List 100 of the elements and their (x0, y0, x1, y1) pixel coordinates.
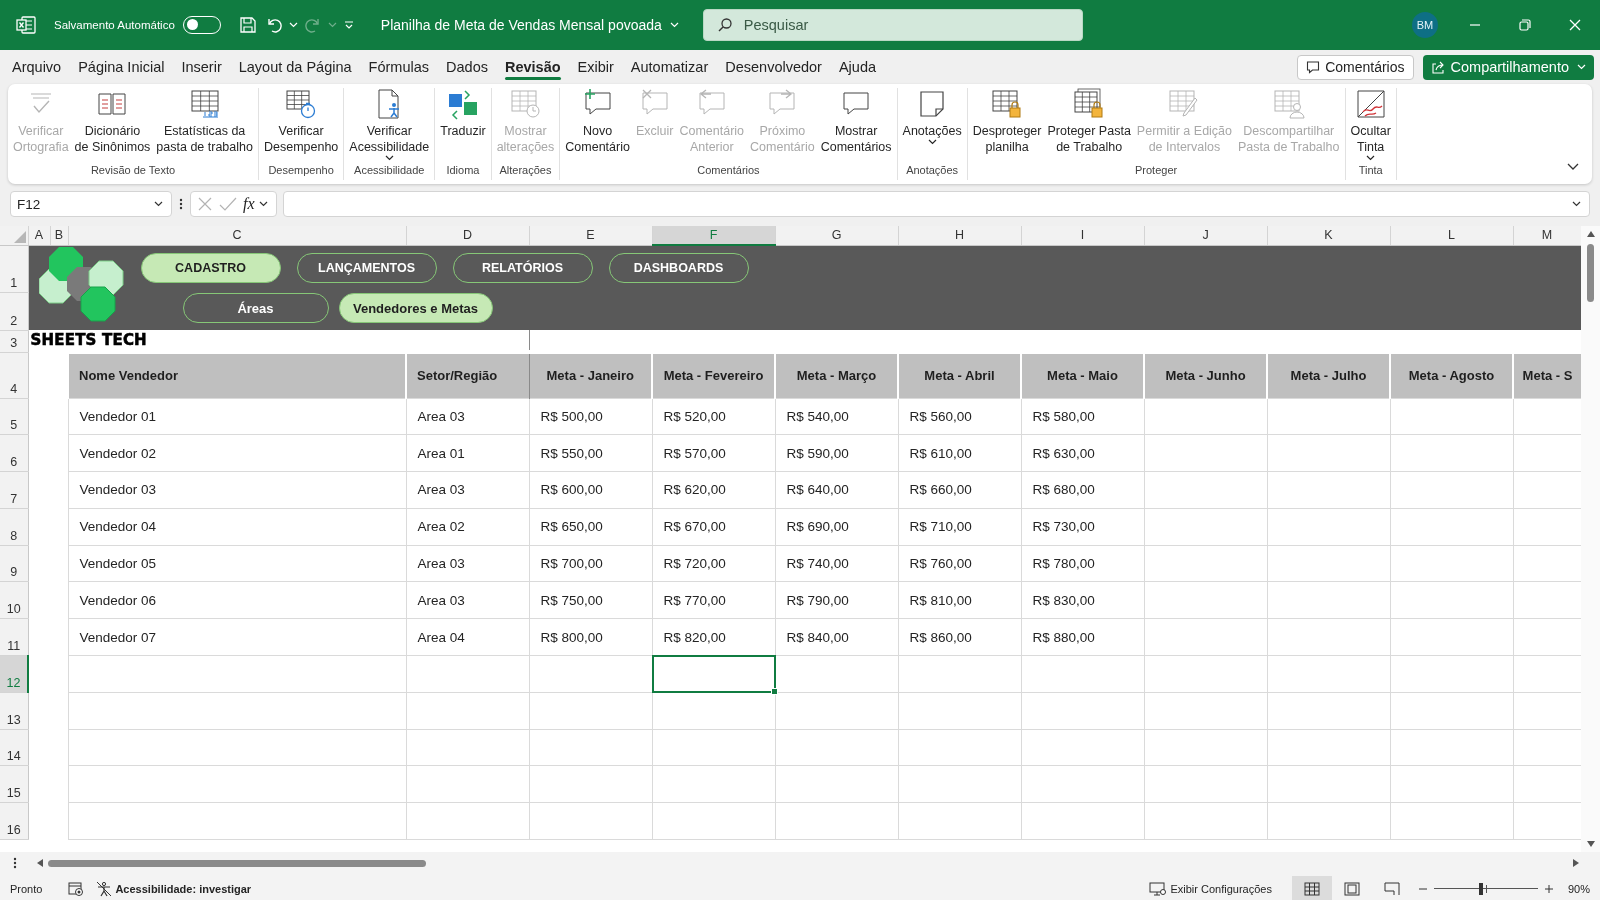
table-cell: R$ 750,00 (529, 582, 652, 619)
row-header[interactable]: 15 (0, 765, 28, 803)
menu-tab[interactable]: Exibir (569, 53, 622, 81)
scroll-up-icon[interactable] (1585, 230, 1596, 238)
ribbon-button[interactable]: Anotações (899, 88, 965, 162)
row-header[interactable]: 6 (0, 434, 28, 472)
scroll-left-icon[interactable] (36, 858, 44, 868)
ribbon-button[interactable]: Verificar Desempenho (260, 88, 342, 162)
group-label: Anotações (905, 164, 960, 178)
column-header[interactable]: J (1144, 226, 1267, 245)
column-header[interactable]: I (1021, 226, 1144, 245)
zoom-slider[interactable] (1433, 882, 1538, 896)
caret-icon[interactable] (927, 139, 937, 145)
column-header[interactable]: L (1390, 226, 1513, 245)
status-text: Pronto (10, 883, 43, 895)
ribbon-button[interactable]: Dicionário de Sinônimos (71, 88, 154, 162)
table-cell: R$ 740,00 (775, 545, 898, 582)
menu-tab[interactable]: Layout da Página (230, 53, 360, 81)
row-header[interactable]: 4 (0, 352, 28, 398)
zoom-in-icon[interactable] (1543, 884, 1554, 894)
collapse-ribbon-icon[interactable] (1566, 162, 1580, 172)
row-header[interactable]: 14 (0, 729, 28, 766)
caret-icon[interactable] (384, 155, 394, 161)
translate-icon (446, 88, 479, 120)
menu-tab[interactable]: Automatizar (622, 53, 717, 81)
ribbon-button[interactable]: Estatísticas da pasta de trabalho (153, 88, 256, 162)
ribbon-button[interactable]: Desproteger planilha (969, 88, 1045, 162)
app-logo-icon[interactable] (16, 15, 36, 35)
ribbon-button[interactable]: Novo Comentário (562, 88, 633, 162)
menu-tab[interactable]: Dados (438, 53, 496, 81)
view-button[interactable] (1291, 876, 1332, 900)
row-header[interactable]: 8 (0, 508, 28, 546)
customize-icon[interactable] (342, 19, 355, 31)
zoom-level[interactable]: 90% (1567, 883, 1590, 895)
user-avatar[interactable]: BM (1412, 12, 1438, 38)
document-title-button[interactable]: Planilha de Meta de Vendas Mensal povoada (380, 17, 681, 33)
formula-field[interactable] (282, 191, 1590, 217)
save-icon[interactable] (238, 16, 257, 34)
row-header[interactable]: 10 (0, 582, 28, 619)
scroll-thumb[interactable] (1587, 244, 1594, 302)
row-header[interactable]: 9 (0, 545, 28, 582)
menu-tab[interactable]: Inserir (173, 53, 230, 81)
sub-nav-button[interactable]: Vendedores e Metas (338, 293, 493, 323)
row-header[interactable]: 13 (0, 692, 28, 730)
column-header[interactable]: E (529, 226, 652, 245)
row-header[interactable]: 12 (0, 655, 28, 693)
ribbon-button[interactable]: Mostrar Comentários (817, 88, 895, 162)
search-field[interactable]: Pesquisar (702, 9, 1083, 41)
group-label: Desempenho (267, 164, 335, 178)
column-header[interactable]: G (775, 226, 898, 245)
header-cell: Nome Vendedor (68, 352, 406, 398)
column-header[interactable]: F (652, 226, 775, 245)
share-button[interactable]: Compartilhamento (1422, 54, 1594, 80)
comments-button[interactable]: Comentários (1297, 54, 1414, 80)
name-box[interactable]: F12 (10, 191, 172, 217)
scroll-down-icon[interactable] (1585, 840, 1596, 848)
menu-tab[interactable]: Arquivo (4, 53, 70, 81)
caret-icon[interactable] (1366, 155, 1376, 161)
column-header[interactable]: H (898, 226, 1021, 245)
row-header[interactable]: 1 (0, 245, 28, 292)
column-header[interactable]: K (1267, 226, 1390, 245)
vertical-scrollbar[interactable] (1581, 226, 1600, 852)
menu-tab[interactable]: Página Inicial (70, 53, 173, 81)
menu-tab[interactable]: Ajuda (830, 53, 885, 81)
column-header[interactable]: D (406, 226, 529, 245)
column-header[interactable]: C (68, 226, 406, 245)
menu-tab[interactable]: Desenvolvedor (717, 53, 830, 81)
ribbon-button[interactable]: Ocultar Tinta (1347, 88, 1394, 162)
table-cell: R$ 550,00 (529, 434, 652, 472)
ribbon-button[interactable]: Traduzir (437, 88, 489, 162)
table-cell: R$ 790,00 (775, 582, 898, 619)
scroll-thumb[interactable] (48, 859, 426, 867)
row-header[interactable]: 16 (0, 802, 28, 840)
selected-cell[interactable] (651, 655, 776, 693)
table-cell: R$ 690,00 (775, 508, 898, 546)
row-header[interactable]: 2 (0, 292, 28, 330)
caret-icon[interactable] (154, 201, 163, 207)
row-header[interactable]: 11 (0, 618, 28, 656)
caret-icon[interactable] (258, 201, 268, 207)
menu-tab[interactable]: Revisão (496, 53, 569, 81)
display-settings-button[interactable]: Exibir Configurações (1149, 882, 1272, 896)
brand-title: SHEETS TECH (30, 331, 147, 349)
nav-button[interactable]: CADASTRO (140, 253, 281, 283)
row-header[interactable]: 5 (0, 398, 28, 435)
header-cell: Meta - Fevereiro (652, 352, 775, 398)
menu-tab[interactable]: Fórmulas (360, 53, 438, 81)
column-header[interactable]: A (28, 226, 50, 245)
macro-record-icon[interactable] (68, 882, 85, 896)
row-header[interactable]: 3 (0, 330, 28, 352)
zoom-slider-thumb[interactable] (1478, 883, 1483, 895)
ribbon-button[interactable]: Verificar Acessibilidade (346, 88, 433, 162)
caret-icon[interactable] (1572, 201, 1581, 207)
column-header[interactable]: M (1513, 226, 1581, 245)
row-header[interactable]: 7 (0, 471, 28, 509)
ribbon-button[interactable]: Proteger Pasta de Trabalho (1044, 88, 1134, 162)
scroll-right-icon[interactable] (1572, 858, 1580, 868)
table-cell: Area 03 (406, 471, 529, 509)
more-icon[interactable] (178, 197, 184, 211)
more-icon[interactable] (12, 856, 18, 870)
accessibility-button[interactable]: Acessibilidade: investigar (96, 881, 252, 897)
